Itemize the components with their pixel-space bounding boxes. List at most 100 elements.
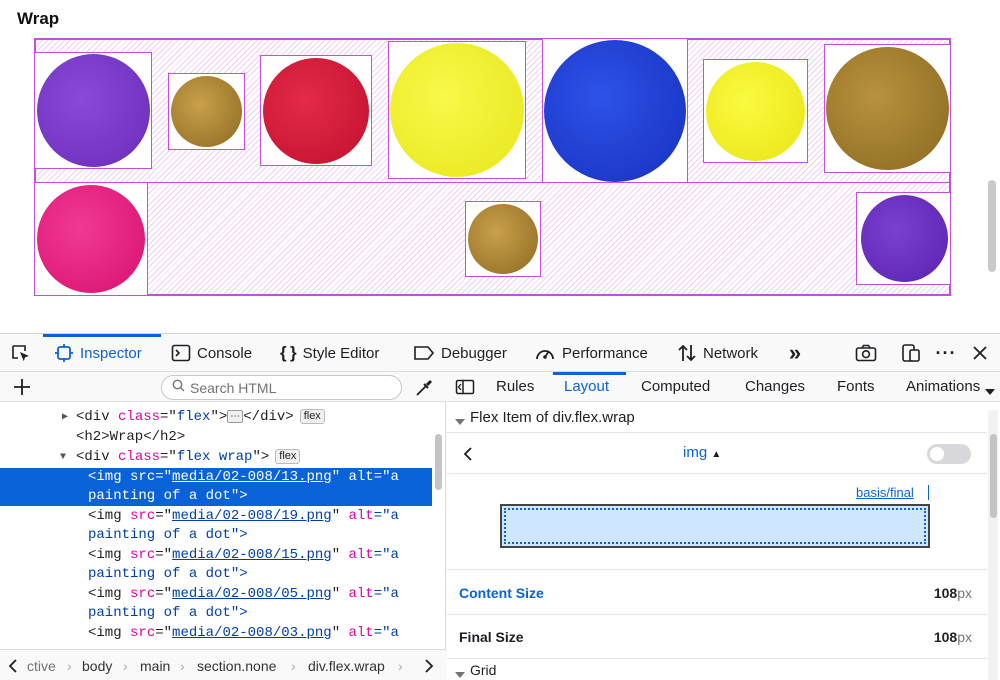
flex-item-sizing-diagram: basis/final [447, 475, 987, 570]
breadcrumb-item[interactable]: div.flex.wrap [308, 658, 385, 674]
tab-inspector[interactable]: Inspector [54, 334, 142, 372]
tab-rules[interactable]: Rules [496, 372, 534, 402]
flex-item-box[interactable] [856, 192, 951, 285]
basis-final-label: basis/final [856, 485, 914, 500]
tree-node-wrap[interactable]: painting of a dot"> [0, 565, 432, 584]
back-chevron-icon[interactable] [463, 446, 473, 467]
breadcrumb-item[interactable]: body [82, 658, 112, 674]
tab-changes[interactable]: Changes [745, 372, 805, 402]
attr-value: painting of a dot"> [88, 527, 248, 543]
markup-scrollbar[interactable] [435, 434, 442, 490]
breadcrumb-item[interactable]: main [140, 658, 170, 674]
attr-name: alt [348, 586, 374, 602]
tab-animations[interactable]: Animations [906, 372, 980, 402]
tree-node[interactable]: <img src="media/02-008/05.png" alt="a [0, 585, 432, 604]
attr-value: ="a [373, 547, 399, 563]
tab-fonts[interactable]: Fonts [837, 372, 875, 402]
markup-tree: ▶ <div class="flex"> ⋯ </div> flex <h2>Wrap… [0, 403, 432, 649]
flex-item-box[interactable] [388, 41, 526, 179]
tab-debugger[interactable]: Debugger [413, 334, 507, 372]
flex-item-box[interactable] [260, 55, 372, 166]
attr-value: painting of a dot"> [88, 488, 248, 504]
flex-item-selector[interactable]: img ▲︎ [683, 444, 721, 461]
tree-node[interactable]: <img src="media/02-008/15.png" alt="a [0, 546, 432, 565]
grid-section-header[interactable]: Grid [447, 659, 987, 680]
painted-dot [37, 185, 145, 293]
tree-node[interactable]: <img src="media/02-008/19.png" alt="a [0, 507, 432, 526]
breadcrumb-separator-icon: › [67, 658, 72, 674]
tab-layout[interactable]: Layout [564, 372, 609, 402]
search-html-field[interactable] [161, 375, 402, 400]
responsive-design-icon[interactable] [898, 334, 924, 372]
toggle-pane-icon[interactable] [455, 379, 475, 399]
element-picker-icon[interactable] [8, 334, 34, 372]
flex-badge[interactable]: flex [299, 409, 325, 424]
src-link[interactable]: media/02-008/05.png [172, 586, 332, 602]
flex-item-box[interactable] [703, 59, 808, 163]
tab-network[interactable]: Network [677, 334, 758, 372]
painted-dot [468, 204, 538, 274]
painted-dot [37, 54, 150, 167]
tree-node[interactable]: <h2>Wrap</h2> [0, 428, 432, 447]
flex-size-bar-outline [504, 508, 926, 544]
more-tools-chevron-icon[interactable]: » [782, 334, 808, 372]
flex-item-box[interactable] [34, 52, 152, 169]
flex-item-box[interactable] [465, 201, 541, 277]
src-link[interactable]: media/02-008/19.png [172, 508, 332, 524]
highlight-toggle[interactable] [927, 444, 971, 464]
tree-node[interactable]: <img src="media/02-008/03.png" alt="a [0, 624, 432, 643]
chevron-left-icon[interactable] [8, 658, 18, 677]
src-link[interactable]: media/02-008/13.png [172, 469, 332, 485]
breadcrumb-item[interactable]: section.none [197, 658, 276, 674]
content-size-row: Content Size 108px [447, 571, 987, 615]
flex-item-box[interactable] [168, 73, 245, 150]
src-link[interactable]: media/02-008/15.png [172, 547, 332, 563]
attr-name: alt [348, 508, 374, 524]
tag-end: "> [252, 449, 270, 465]
eyedropper-icon[interactable] [413, 377, 435, 399]
flex-line-separator [34, 182, 951, 183]
close-icon[interactable] [968, 334, 992, 372]
breadcrumb-item[interactable]: ctive [27, 658, 56, 674]
flex-badge[interactable]: flex [275, 449, 301, 464]
attr-value: ="a [373, 586, 399, 602]
content-size-unit: px [957, 585, 972, 601]
add-node-plus-icon[interactable] [11, 375, 33, 399]
flex-item-box[interactable] [542, 38, 688, 183]
tree-node-wrap[interactable]: painting of a dot"> [0, 526, 432, 545]
tree-node-selected[interactable]: <img src="media/02-008/13.png" alt="a [0, 468, 432, 487]
expand-arrow-icon[interactable]: ▶ [62, 408, 68, 427]
collapse-arrow-icon[interactable]: ▼ [60, 448, 66, 467]
chevron-right-icon[interactable] [424, 658, 434, 677]
page-scrollbar[interactable] [988, 180, 996, 272]
painted-dot [390, 43, 524, 177]
flex-item-navigator: img ▲︎ [447, 434, 987, 474]
tab-performance[interactable]: Performance [534, 334, 648, 372]
src-link[interactable]: media/02-008/03.png [172, 625, 332, 641]
tab-console[interactable]: Console [171, 334, 252, 372]
tree-node-wrap[interactable]: painting of a dot"> [0, 604, 432, 623]
tab-label: Performance [562, 344, 648, 362]
scrollbar-thumb[interactable] [990, 434, 997, 518]
attr-name: src [130, 469, 156, 485]
tag-name: <img [88, 469, 122, 485]
search-icon [172, 379, 185, 397]
tree-node-selected-wrap[interactable]: painting of a dot"> [0, 487, 432, 506]
flex-item-box[interactable] [824, 44, 951, 173]
painted-dot [826, 47, 949, 170]
tab-style-editor[interactable]: { } Style Editor [280, 334, 379, 372]
breadcrumb: ctive › body › main › section.none › div… [0, 649, 446, 680]
tree-node[interactable]: ▶ <div class="flex"> ⋯ </div> flex [0, 408, 432, 427]
tabs-overflow-caret-icon[interactable] [985, 383, 995, 400]
sidebar-scrollbar[interactable] [988, 410, 998, 680]
console-icon [171, 344, 191, 362]
screenshot-camera-icon[interactable] [852, 334, 880, 372]
collapsed-ellipsis[interactable]: ⋯ [227, 410, 244, 423]
tab-computed[interactable]: Computed [641, 372, 710, 402]
search-html-input[interactable] [190, 379, 390, 396]
flex-item-box[interactable] [34, 182, 148, 296]
overflow-menu-icon[interactable]: ··· [933, 334, 959, 372]
flex-item-section-header[interactable]: Flex Item of div.flex.wrap [447, 403, 987, 433]
tree-node[interactable]: ▼ <div class="flex wrap"> flex [0, 448, 432, 467]
attr-name: alt [348, 625, 374, 641]
